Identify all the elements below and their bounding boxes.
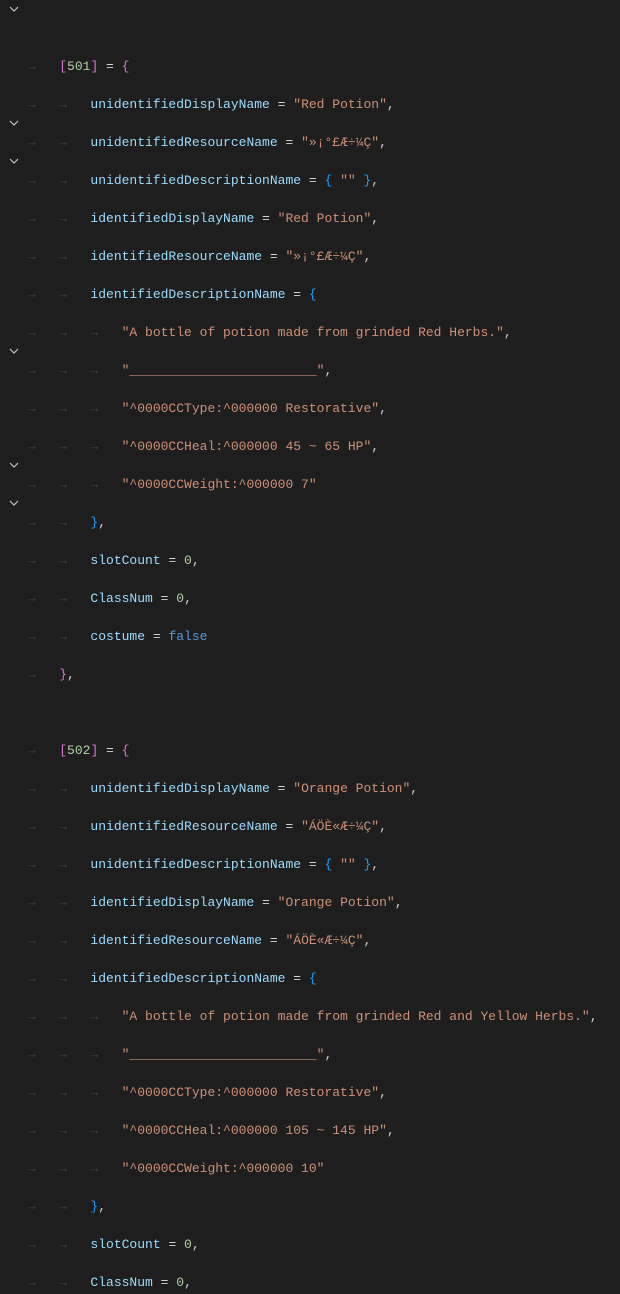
field-value: 0 (184, 553, 192, 568)
code-line: → → unidentifiedResourceName = "»¡°£Æ÷¼Ç… (28, 133, 598, 152)
code-line: → → unidentifiedDescriptionName = { "" }… (28, 171, 598, 190)
code-editor[interactable]: → [501] = { → → unidentifiedDisplayName … (0, 0, 598, 1294)
field-value: "Orange Potion" (293, 781, 410, 796)
desc-line: "A bottle of potion made from grinded Re… (122, 1009, 590, 1024)
field-key: unidentifiedResourceName (90, 819, 277, 834)
desc-line: "^0000CCType:^000000 Restorative" (122, 401, 379, 416)
code-line: → → identifiedResourceName = "»¡°£Æ÷¼Ç", (28, 247, 598, 266)
code-line: → → identifiedDescriptionName = { (28, 285, 598, 304)
code-line: → → identifiedDescriptionName = { (28, 969, 598, 988)
code-line: → → → "^0000CCWeight:^000000 7" (28, 475, 598, 494)
field-value: false (168, 629, 207, 644)
field-value: "Red Potion" (278, 211, 372, 226)
field-key: identifiedDisplayName (90, 211, 254, 226)
desc-line: "A bottle of potion made from grinded Re… (122, 325, 504, 340)
code-line: → → ClassNum = 0, (28, 1273, 598, 1292)
code-line: → → → "A bottle of potion made from grin… (28, 1007, 598, 1026)
field-value: 0 (184, 1237, 192, 1252)
desc-line: "________________________" (122, 1047, 325, 1062)
item-id: 501 (67, 59, 90, 74)
code-line: → → ClassNum = 0, (28, 589, 598, 608)
code-line: → → → "^0000CCType:^000000 Restorative", (28, 1083, 598, 1102)
field-value: 0 (176, 1275, 184, 1290)
field-key: unidentifiedResourceName (90, 135, 277, 150)
field-value: "ÁÖÈ«Æ÷¼Ç" (285, 933, 363, 948)
field-value: 0 (176, 591, 184, 606)
desc-line: "^0000CCWeight:^000000 10" (122, 1161, 325, 1176)
field-key: identifiedResourceName (90, 933, 262, 948)
field-value: "Red Potion" (293, 97, 387, 112)
field-key: costume (90, 629, 145, 644)
code-line: → → }, (28, 513, 598, 532)
code-line: → → → "^0000CCType:^000000 Restorative", (28, 399, 598, 418)
code-line: → → unidentifiedDisplayName = "Orange Po… (28, 779, 598, 798)
field-value: "Orange Potion" (278, 895, 395, 910)
field-value: "ÁÖÈ«Æ÷¼Ç" (301, 819, 379, 834)
brace-open: { (309, 287, 317, 302)
desc-line: "^0000CCType:^000000 Restorative" (122, 1085, 379, 1100)
code-line: → → → "^0000CCHeal:^000000 105 ~ 145 HP"… (28, 1121, 598, 1140)
bracket-open: [ (59, 59, 67, 74)
brace-open: { (122, 743, 130, 758)
code-line: → → identifiedDisplayName = "Orange Poti… (28, 893, 598, 912)
field-value: "»¡°£Æ÷¼Ç" (301, 135, 379, 150)
desc-line: "^0000CCHeal:^000000 105 ~ 145 HP" (122, 1123, 387, 1138)
brace-open: { (122, 59, 130, 74)
field-key: ClassNum (90, 1275, 152, 1290)
code-line: → → costume = false (28, 627, 598, 646)
field-value: "»¡°£Æ÷¼Ç" (285, 249, 363, 264)
code-line: → → slotCount = 0, (28, 1235, 598, 1254)
code-line: → → → "^0000CCWeight:^000000 10" (28, 1159, 598, 1178)
field-key: ClassNum (90, 591, 152, 606)
field-key: identifiedDescriptionName (90, 287, 285, 302)
brace-close: } (90, 1199, 98, 1214)
field-key: slotCount (90, 553, 160, 568)
code-line: → [501] = { (28, 57, 598, 76)
field-key: slotCount (90, 1237, 160, 1252)
bracket-close: ] (90, 743, 98, 758)
code-line: → }, (28, 665, 598, 684)
bracket-open: [ (59, 743, 67, 758)
code-line: → → → "________________________", (28, 361, 598, 380)
code-line: → [502] = { (28, 741, 598, 760)
field-key: identifiedDescriptionName (90, 971, 285, 986)
desc-line: "^0000CCHeal:^000000 45 ~ 65 HP" (122, 439, 372, 454)
code-line: → → unidentifiedResourceName = "ÁÖÈ«Æ÷¼Ç… (28, 817, 598, 836)
desc-line: "________________________" (122, 363, 325, 378)
code-line: → → → "________________________", (28, 1045, 598, 1064)
item-id: 502 (67, 743, 90, 758)
code-line: → → → "A bottle of potion made from grin… (28, 323, 598, 342)
code-line: → → identifiedDisplayName = "Red Potion"… (28, 209, 598, 228)
code-line: → → unidentifiedDisplayName = "Red Potio… (28, 95, 598, 114)
desc-line: "^0000CCWeight:^000000 7" (122, 477, 317, 492)
brace-open: { (309, 971, 317, 986)
code-line: → → slotCount = 0, (28, 551, 598, 570)
field-key: unidentifiedDescriptionName (90, 173, 301, 188)
code-line: → → unidentifiedDescriptionName = { "" }… (28, 855, 598, 874)
field-key: unidentifiedDescriptionName (90, 857, 301, 872)
code-line: → → }, (28, 1197, 598, 1216)
field-key: identifiedDisplayName (90, 895, 254, 910)
field-key: unidentifiedDisplayName (90, 781, 269, 796)
code-line: → → identifiedResourceName = "ÁÖÈ«Æ÷¼Ç", (28, 931, 598, 950)
field-key: unidentifiedDisplayName (90, 97, 269, 112)
code-line: → → → "^0000CCHeal:^000000 45 ~ 65 HP", (28, 437, 598, 456)
field-key: identifiedResourceName (90, 249, 262, 264)
brace-close: } (59, 667, 67, 682)
